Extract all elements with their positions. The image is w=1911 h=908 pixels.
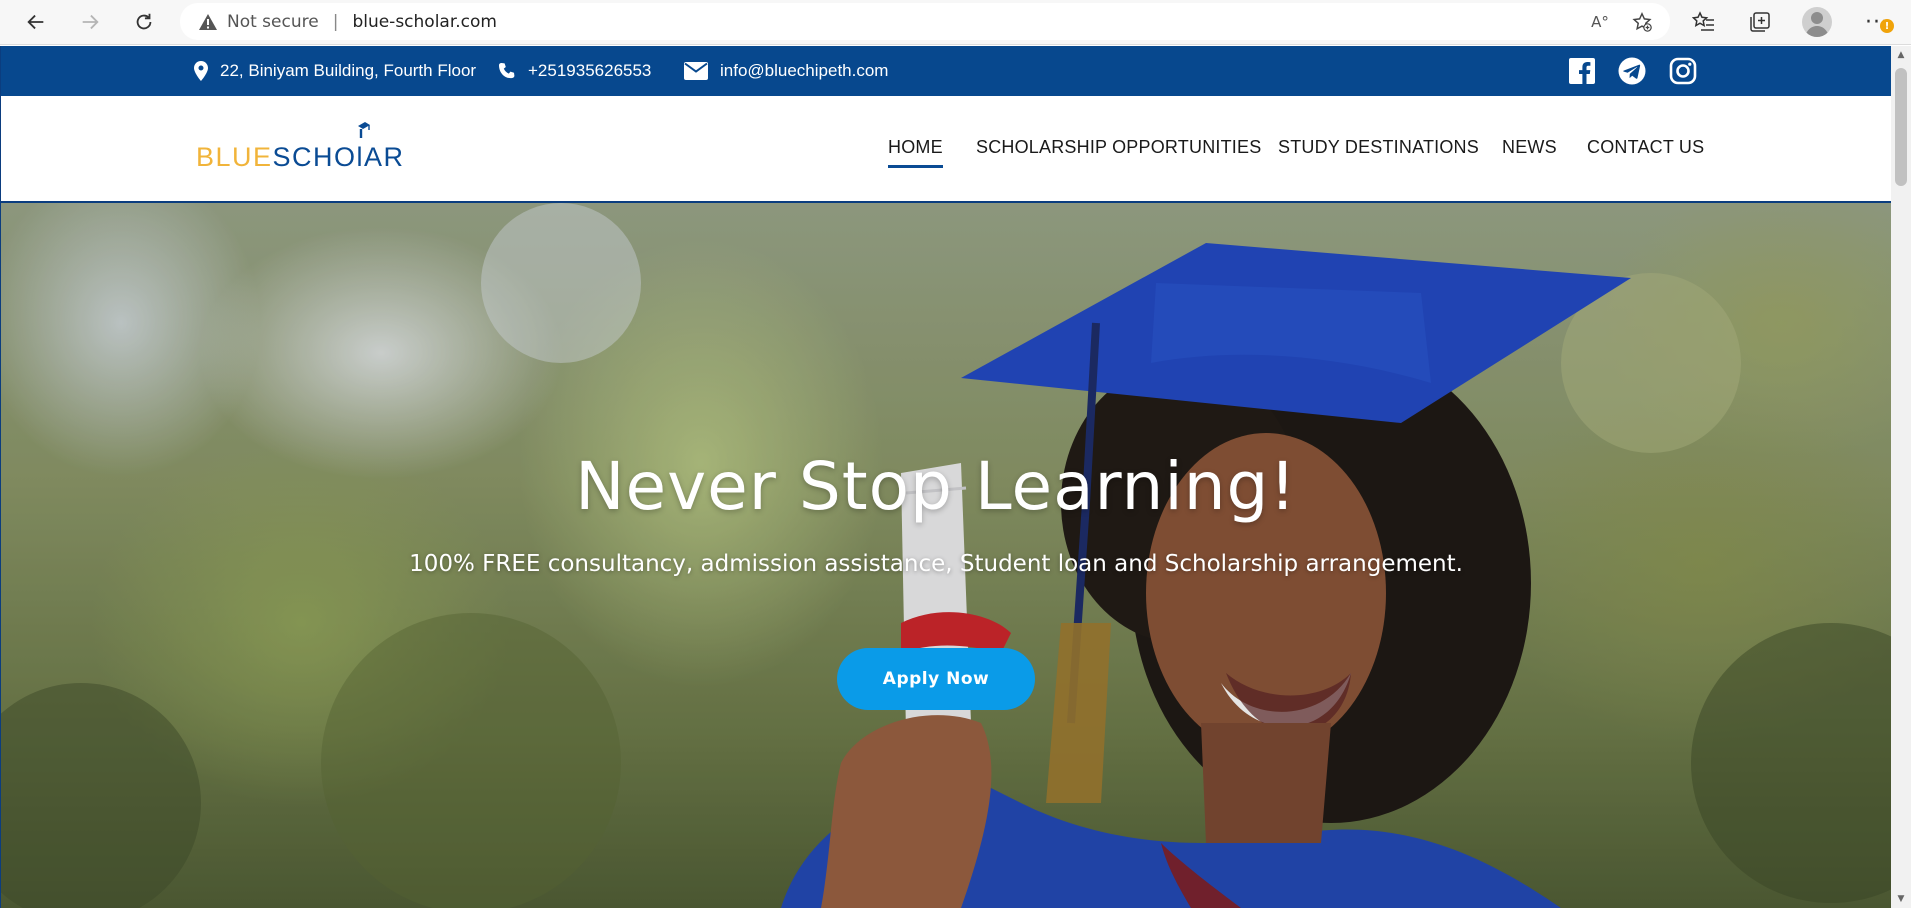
- envelope-icon: [684, 62, 708, 80]
- apply-now-button[interactable]: Apply Now: [837, 648, 1035, 710]
- forward-button[interactable]: [74, 6, 106, 38]
- scroll-thumb[interactable]: [1895, 68, 1907, 186]
- phone-info[interactable]: +251935626553: [498, 46, 651, 96]
- forward-arrow-icon: [82, 14, 99, 30]
- address-text: 22, Biniyam Building, Fourth Floor: [220, 61, 477, 80]
- read-aloud-label: A°: [1591, 13, 1609, 31]
- notification-badge: !: [1880, 19, 1894, 33]
- graduation-cap-icon: [358, 122, 370, 138]
- nav-home[interactable]: HOME: [888, 137, 943, 168]
- email-text[interactable]: info@bluechipeth.com: [720, 61, 888, 81]
- nav-study-destinations[interactable]: STUDY DESTINATIONS: [1278, 137, 1479, 158]
- warning-icon[interactable]: [198, 12, 218, 32]
- email-info[interactable]: info@bluechipeth.com: [684, 46, 888, 96]
- back-arrow-icon: [27, 14, 44, 30]
- page-scrollbar[interactable]: ▲ ▼: [1891, 46, 1911, 908]
- facebook-icon[interactable]: [1568, 57, 1596, 85]
- collections-icon[interactable]: [1746, 8, 1774, 36]
- nav-news[interactable]: NEWS: [1502, 137, 1557, 158]
- address-info: 22, Biniyam Building, Fourth Floor: [194, 46, 476, 96]
- profile-avatar-icon[interactable]: [1802, 7, 1832, 37]
- security-label[interactable]: Not secure: [227, 12, 319, 32]
- telegram-icon[interactable]: [1618, 57, 1646, 85]
- logo-wordmark: BLUESCHOlAR: [196, 142, 405, 173]
- phone-icon: [499, 63, 515, 79]
- nav-scholarship-opportunities[interactable]: SCHOLARSHIP OPPORTUNITIES: [976, 137, 1261, 158]
- refresh-icon: [136, 13, 152, 30]
- add-favorite-icon[interactable]: [1630, 10, 1654, 34]
- page-viewport: 22, Biniyam Building, Fourth Floor +2519…: [0, 46, 1891, 908]
- hero-section: Never Stop Learning! 100% FREE consultan…: [1, 203, 1891, 908]
- site-header: BLUESCHOlAR HOME SCHOLARSHIP OPPORTUNITI…: [1, 96, 1891, 203]
- instagram-icon[interactable]: [1669, 57, 1697, 85]
- nav-contact-us[interactable]: CONTACT US: [1587, 137, 1704, 158]
- logo-scholar-text: SCHOlAR: [272, 142, 405, 172]
- top-info-bar: 22, Biniyam Building, Fourth Floor +2519…: [1, 46, 1891, 96]
- hero-subtitle: 100% FREE consultancy, admission assista…: [409, 551, 1463, 577]
- site-logo[interactable]: BLUESCHOlAR: [196, 118, 406, 178]
- favorites-icon[interactable]: [1690, 8, 1718, 36]
- read-aloud-icon[interactable]: A°: [1588, 10, 1612, 34]
- back-button[interactable]: [20, 6, 52, 38]
- logo-blue-text: BLUE: [196, 142, 273, 172]
- location-pin-icon: [194, 61, 208, 81]
- refresh-button[interactable]: [128, 6, 160, 38]
- phone-text[interactable]: +251935626553: [528, 61, 651, 81]
- address-bar[interactable]: Not secure | blue-scholar.com A°: [180, 3, 1670, 40]
- scroll-up-icon[interactable]: ▲: [1896, 50, 1906, 60]
- address-separator: |: [332, 11, 339, 32]
- url-text[interactable]: blue-scholar.com: [352, 12, 497, 32]
- scroll-down-icon[interactable]: ▼: [1896, 894, 1906, 904]
- hero-title: Never Stop Learning!: [575, 448, 1297, 525]
- browser-toolbar: Not secure | blue-scholar.com A° ··· !: [0, 0, 1911, 45]
